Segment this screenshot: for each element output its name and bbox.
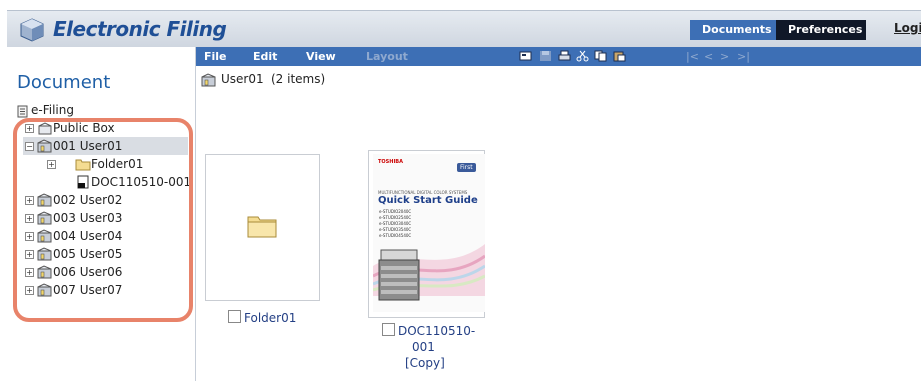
document-thumbnail[interactable]: TOSHIBA First MULTIFUNCTIONAL DIGITAL CO… — [368, 150, 485, 318]
save-icon — [540, 51, 551, 61]
toolbar: File Edit View Layout |< < > >| — [196, 47, 921, 66]
print-icon[interactable] — [558, 50, 571, 62]
menu-view[interactable]: View — [306, 50, 336, 63]
document-cover: TOSHIBA First MULTIFUNCTIONAL DIGITAL CO… — [373, 154, 485, 312]
item-count: (2 items) — [271, 72, 326, 86]
document-checkbox[interactable] — [382, 323, 395, 336]
pager-first: |< — [686, 50, 699, 63]
folder-caption[interactable]: Folder01 — [228, 310, 296, 325]
cover-badge: First — [457, 163, 476, 172]
properties-icon[interactable] — [519, 50, 532, 62]
pager-prev: < — [704, 50, 714, 63]
pager-next: > — [720, 50, 730, 63]
app-title: Electronic Filing — [53, 17, 227, 41]
location-name: User01 — [221, 72, 264, 86]
paste-icon[interactable] — [613, 50, 626, 62]
user-box-icon — [201, 73, 216, 87]
sidebar-heading: Document — [17, 72, 111, 93]
cut-icon[interactable] — [576, 50, 589, 62]
folder-thumbnail[interactable] — [205, 154, 320, 301]
cube-logo-icon — [20, 18, 44, 42]
cover-brand: TOSHIBA — [378, 159, 403, 165]
tab-preferences[interactable]: Preferences — [776, 20, 866, 40]
login-link[interactable]: Logi — [894, 21, 921, 35]
document-caption[interactable]: DOC110510- 001 [Copy] — [382, 323, 492, 371]
menu-layout: Layout — [366, 50, 408, 63]
tab-documents[interactable]: Documents — [690, 20, 776, 40]
document-name-line-3: [Copy] — [405, 356, 445, 370]
copy-icon[interactable] — [594, 50, 607, 62]
highlight-callout — [13, 118, 193, 322]
folder-name: Folder01 — [244, 311, 297, 325]
copier-image — [378, 249, 420, 301]
cover-title: Quick Start Guide — [378, 195, 478, 206]
document-name-line-1: DOC110510- — [398, 324, 476, 338]
e-filing-icon — [17, 105, 28, 118]
app-header: Electronic Filing Documents Preferences … — [7, 10, 921, 48]
document-name-line-2: 001 — [412, 340, 435, 354]
cover-models: e-STUDIO2040C e-STUDIO2540C e-STUDIO3040C e… — [379, 209, 411, 239]
folder-checkbox[interactable] — [228, 310, 241, 323]
tree-root-label: e-Filing — [31, 103, 74, 117]
menu-edit[interactable]: Edit — [253, 50, 277, 63]
folder-icon — [247, 216, 277, 238]
pager-last: >| — [737, 50, 750, 63]
menu-file[interactable]: File — [204, 50, 227, 63]
